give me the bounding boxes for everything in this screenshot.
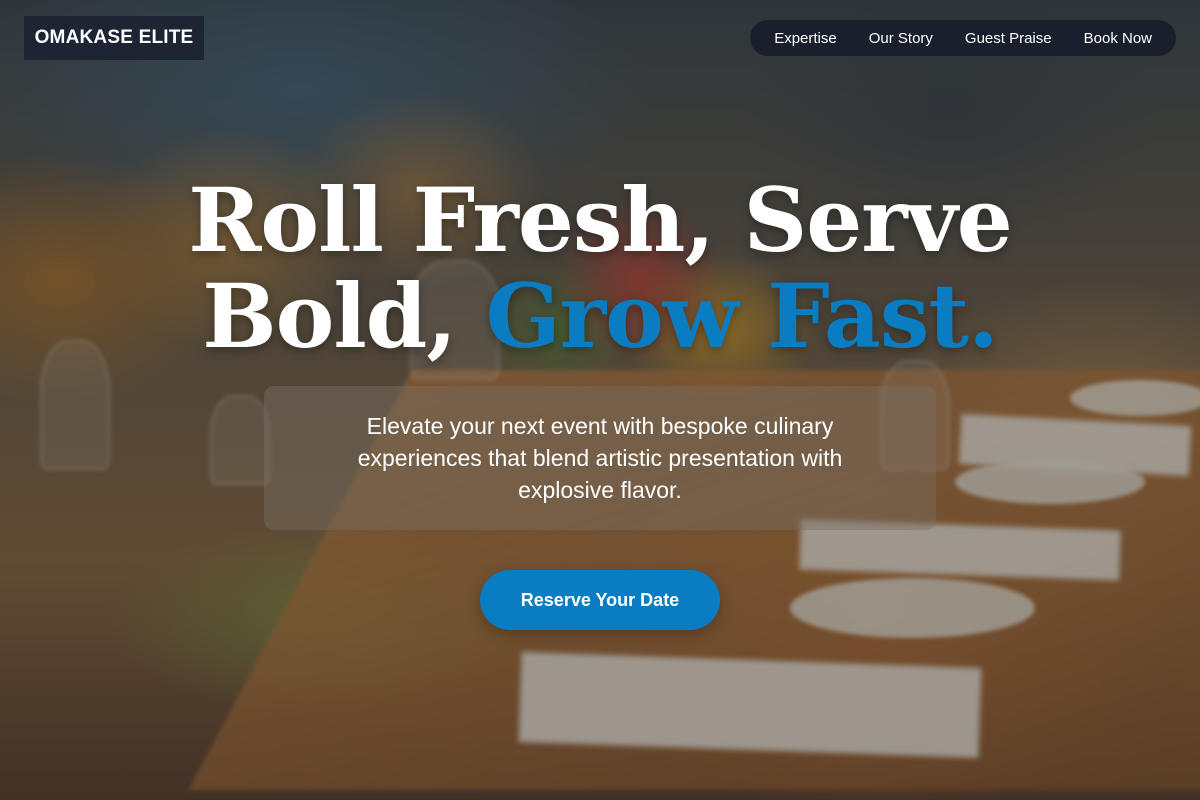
headline-line-1: Roll Fresh, Serve <box>188 168 1012 272</box>
brand-logo[interactable]: OMAKASE ELITE <box>24 16 204 60</box>
nav-link-guest-praise[interactable]: Guest Praise <box>949 30 1068 47</box>
nav-link-expertise[interactable]: Expertise <box>758 30 853 47</box>
reserve-date-button[interactable]: Reserve Your Date <box>480 570 720 630</box>
headline-accent: Grow Fast. <box>485 264 999 368</box>
hero-headline: Roll Fresh, Serve Bold, Grow Fast. <box>0 172 1200 364</box>
nav-link-our-story[interactable]: Our Story <box>853 30 949 47</box>
headline-line-2: Bold, <box>202 264 486 368</box>
nav-link-book-now[interactable]: Book Now <box>1068 30 1168 47</box>
hero-subtitle: Elevate your next event with bespoke cul… <box>357 413 843 503</box>
hero-subtitle-panel: Elevate your next event with bespoke cul… <box>264 386 936 530</box>
main-nav: Expertise Our Story Guest Praise Book No… <box>750 20 1176 56</box>
